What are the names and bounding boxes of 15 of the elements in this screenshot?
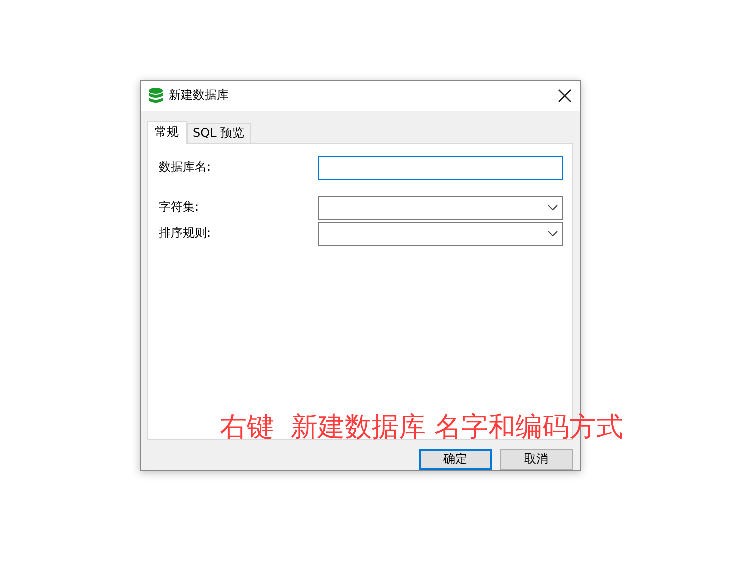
close-icon[interactable] [558, 88, 572, 103]
database-icon [149, 88, 163, 104]
input-field[interactable] [318, 156, 563, 180]
tab[interactable]: 常规 [147, 120, 187, 144]
caret-icon [548, 230, 558, 237]
dropdown-field[interactable] [318, 222, 563, 246]
cancel-button[interactable]: 取消 [500, 449, 573, 470]
ok-button[interactable]: 确定 [419, 449, 492, 470]
field-label: 排序规则: [159, 225, 212, 242]
dropdown-field[interactable] [318, 196, 563, 220]
window-title: 新建数据库 [169, 87, 230, 104]
field-label: 数据库名: [159, 159, 212, 176]
tab[interactable]: SQL 预览 [187, 122, 251, 143]
field-label: 字符集: [159, 199, 200, 216]
caret-icon [548, 204, 558, 211]
